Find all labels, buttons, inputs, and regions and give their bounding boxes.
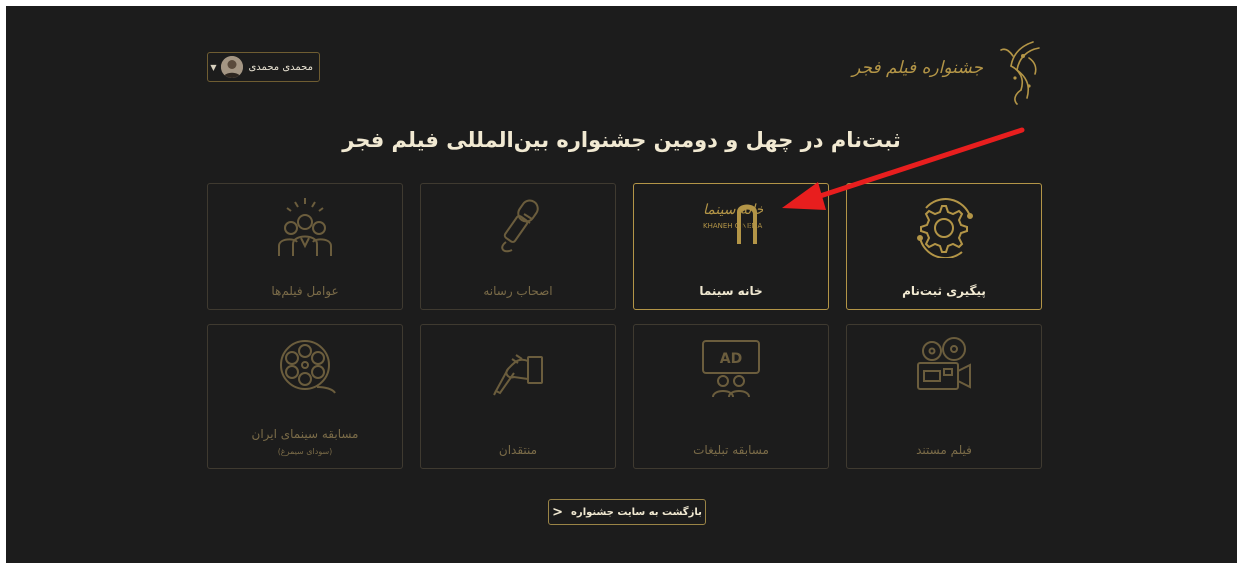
tile-sublabel: (سودای سیمرغ) bbox=[277, 447, 333, 456]
back-to-festival-site-button[interactable]: بازگشت به سایت جشنواره < bbox=[548, 499, 706, 525]
tile-label: فیلم مستند bbox=[916, 443, 972, 457]
festival-logo: جشنواره فیلم فجر bbox=[852, 36, 1043, 106]
tile-media-members[interactable]: اصحاب رسانه bbox=[420, 183, 616, 310]
tile-label: مسابقه تبلیغات bbox=[693, 443, 769, 457]
page-title: ثبت‌نام در چهل و دومین جشنواره بین‌الملل… bbox=[342, 128, 901, 152]
back-button-label: بازگشت به سایت جشنواره bbox=[571, 506, 702, 518]
microphone-icon bbox=[486, 194, 550, 258]
tile-label: پیگیری ثبت‌نام bbox=[902, 284, 986, 298]
avatar bbox=[221, 56, 244, 78]
tile-registration-tracking[interactable]: پیگیری ثبت‌نام bbox=[846, 183, 1042, 310]
tile-khaneh-cinema[interactable]: خانه سینما KHANEH CINEMA خانه سینما bbox=[633, 183, 829, 310]
film-camera-icon bbox=[912, 335, 976, 399]
ad-badge: AD bbox=[720, 351, 742, 367]
tile-iran-cinema-competition[interactable]: مسابقه سینمای ایران (سودای سیمرغ) bbox=[207, 324, 403, 469]
khaneh-cinema-logo: خانه سینما KHANEH CINEMA bbox=[699, 194, 765, 258]
tile-label: منتقدان bbox=[498, 443, 538, 457]
logo-wordmark: جشنواره فیلم فجر bbox=[852, 58, 983, 78]
tile-label: عوامل فیلم‌ها bbox=[271, 284, 339, 298]
tile-critics[interactable]: منتقدان bbox=[420, 324, 616, 469]
user-menu-button[interactable]: محمدی محمدی ▼ bbox=[207, 52, 320, 82]
tile-label: اصحاب رسانه bbox=[483, 284, 553, 298]
film-reel-icon bbox=[273, 335, 337, 399]
tile-advertising-contest[interactable]: AD مسابقه تبلیغات bbox=[633, 324, 829, 469]
caret-down-icon: ▼ bbox=[210, 62, 217, 72]
group-people-icon bbox=[273, 194, 337, 258]
annotation-arrow bbox=[782, 127, 1025, 210]
app-screen: محمدی محمدی ▼ جشنواره فیلم فجر bbox=[6, 6, 1237, 563]
user-name: محمدی محمدی bbox=[248, 61, 313, 73]
writing-hand-icon bbox=[486, 335, 550, 399]
ad-screen-icon: AD bbox=[699, 335, 763, 399]
gear-registration-icon bbox=[912, 194, 976, 259]
tile-documentary[interactable]: فیلم مستند bbox=[846, 324, 1042, 469]
chevron-left-icon: < bbox=[552, 504, 564, 520]
tile-label: خانه سینما bbox=[699, 284, 763, 298]
tile-label: مسابقه سینمای ایران bbox=[251, 427, 359, 441]
tile-film-crew[interactable]: عوامل فیلم‌ها bbox=[207, 183, 403, 310]
